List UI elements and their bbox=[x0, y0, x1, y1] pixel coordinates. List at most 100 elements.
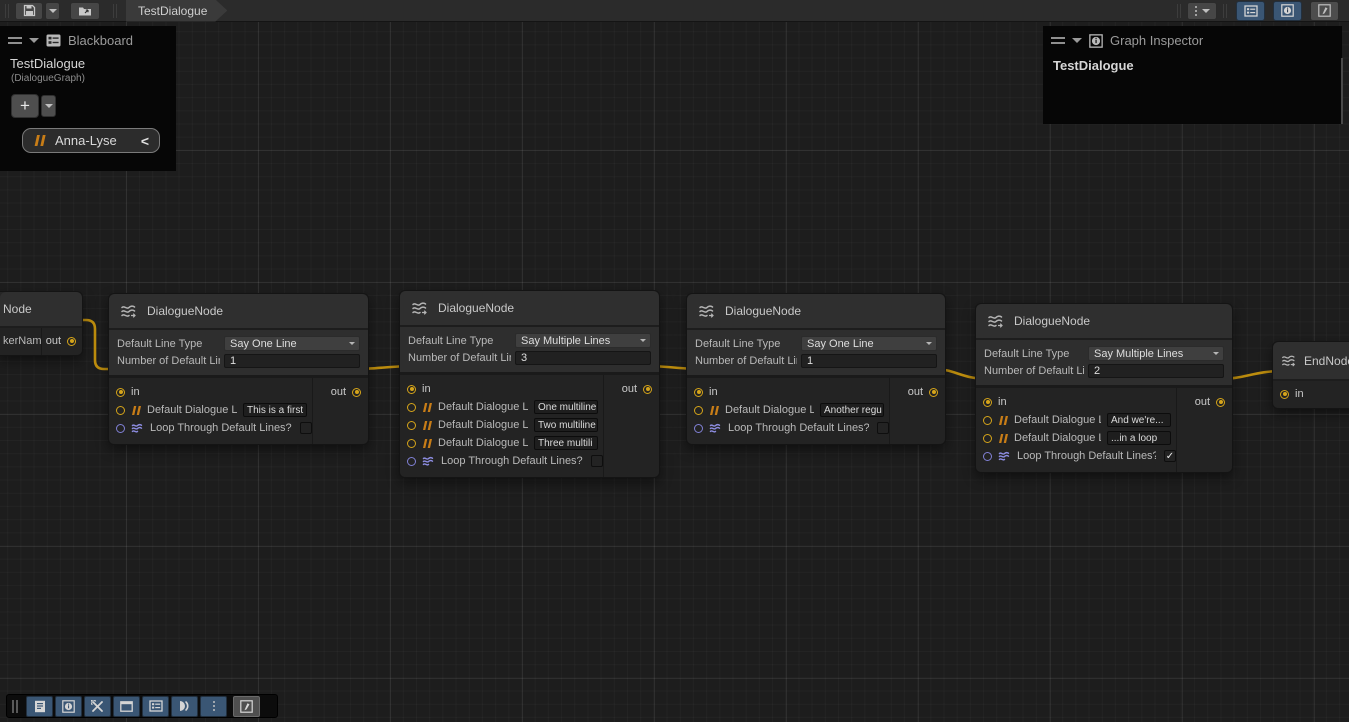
blackboard-toggle-button[interactable] bbox=[1236, 1, 1265, 21]
blackboard-field-anna-lyse[interactable]: Anna-Lyse < bbox=[22, 128, 160, 153]
node-title-bar[interactable]: DialogueNode bbox=[109, 294, 368, 330]
line-text-field[interactable]: ...in a loop bbox=[1107, 431, 1171, 445]
toolbar-drag-handle[interactable] bbox=[5, 4, 9, 18]
quote-icon bbox=[33, 135, 46, 146]
dialogue-node-3[interactable]: DialogueNode Default Line Type Say One L… bbox=[686, 293, 946, 445]
tools-button[interactable] bbox=[84, 696, 111, 717]
node-title: DialogueNode bbox=[147, 304, 223, 318]
node-title-bar[interactable]: DialogueNode bbox=[687, 294, 945, 330]
num-lines-field[interactable]: 1 bbox=[801, 354, 937, 368]
field-label: Number of Default Lines bbox=[695, 355, 797, 367]
output-port[interactable] bbox=[643, 385, 652, 394]
more-button[interactable] bbox=[200, 696, 227, 717]
output-port[interactable] bbox=[352, 388, 361, 397]
line-port[interactable] bbox=[407, 403, 416, 412]
panel-drag-handle[interactable] bbox=[1051, 37, 1065, 44]
node-title-bar[interactable]: DialogueNode bbox=[400, 291, 659, 327]
info-button[interactable] bbox=[55, 696, 82, 717]
num-lines-field[interactable]: 2 bbox=[1088, 364, 1224, 378]
toolbar-drag-handle[interactable] bbox=[12, 700, 18, 713]
dialogue-node-1[interactable]: DialogueNode Default Line Type Say One L… bbox=[108, 293, 369, 445]
line-port[interactable] bbox=[694, 406, 703, 415]
loop-port[interactable] bbox=[983, 452, 992, 461]
input-port[interactable] bbox=[1280, 390, 1289, 399]
line-text-field[interactable]: Another regu bbox=[820, 403, 884, 417]
field-value: Two multiline bbox=[538, 420, 596, 431]
top-toolbar: TestDialogue bbox=[0, 0, 1349, 22]
num-lines-field[interactable]: 3 bbox=[515, 351, 651, 365]
inspector-toggle-button[interactable] bbox=[1273, 1, 1302, 21]
line-text-field[interactable]: And we're... bbox=[1107, 413, 1171, 427]
loop-checkbox[interactable]: ✓ bbox=[1164, 450, 1176, 462]
add-property-button[interactable]: + bbox=[11, 94, 39, 118]
collapse-arrow-icon[interactable] bbox=[1072, 38, 1082, 48]
input-port[interactable] bbox=[116, 388, 125, 397]
preview-button[interactable] bbox=[171, 696, 198, 717]
loop-checkbox[interactable] bbox=[591, 455, 603, 467]
collapse-arrow-icon[interactable] bbox=[29, 38, 39, 48]
line-text-field[interactable]: One multiline bbox=[534, 400, 598, 414]
node-title: DialogueNode bbox=[438, 301, 514, 315]
graph-tab[interactable]: TestDialogue bbox=[126, 0, 227, 22]
node-title-bar[interactable]: EndNode bbox=[1273, 342, 1349, 381]
node-title-bar[interactable]: DialogueNode bbox=[976, 304, 1232, 340]
window-button[interactable] bbox=[113, 696, 140, 717]
line-type-dropdown[interactable]: Say One Line bbox=[224, 336, 360, 351]
field-value: One multiline bbox=[538, 402, 596, 413]
out-label: out bbox=[46, 335, 61, 347]
preview-icon bbox=[178, 700, 191, 712]
window-icon bbox=[120, 701, 133, 712]
num-lines-field[interactable]: 1 bbox=[224, 354, 360, 368]
console-button[interactable] bbox=[26, 696, 53, 717]
open-button[interactable] bbox=[70, 2, 100, 20]
field-label: Default Line Type bbox=[117, 338, 220, 350]
minimap-button[interactable] bbox=[233, 696, 260, 717]
end-node[interactable]: EndNode in bbox=[1272, 341, 1349, 409]
input-port[interactable] bbox=[407, 385, 416, 394]
panel-drag-handle[interactable] bbox=[8, 37, 22, 44]
line-port[interactable] bbox=[407, 421, 416, 430]
input-port[interactable] bbox=[983, 398, 992, 407]
line-port[interactable] bbox=[116, 406, 125, 415]
loop-checkbox[interactable] bbox=[877, 422, 889, 434]
graph-canvas[interactable]: Node kerName out bbox=[0, 22, 1349, 722]
add-property-dropdown[interactable] bbox=[41, 95, 56, 117]
line-type-dropdown[interactable]: Say Multiple Lines bbox=[1088, 346, 1224, 361]
line-text-field[interactable]: Two multiline bbox=[534, 418, 598, 432]
partial-node[interactable]: Node kerName out bbox=[0, 291, 83, 356]
input-port[interactable] bbox=[694, 388, 703, 397]
loop-checkbox[interactable] bbox=[300, 422, 312, 434]
quote-icon bbox=[422, 421, 432, 430]
dialogue-node-4[interactable]: DialogueNode Default Line Type Say Multi… bbox=[975, 303, 1233, 473]
output-port[interactable] bbox=[929, 388, 938, 397]
field-value: Three multili bbox=[538, 438, 592, 449]
loop-icon bbox=[131, 423, 144, 434]
port-label: Loop Through Default Lines? bbox=[1017, 450, 1156, 462]
node-properties: Default Line Type Say One Line Number of… bbox=[109, 330, 368, 378]
blackboard-button[interactable] bbox=[142, 696, 169, 717]
output-port[interactable] bbox=[67, 337, 76, 346]
line-text-field[interactable]: Three multili bbox=[534, 436, 598, 450]
loop-port[interactable] bbox=[407, 457, 416, 466]
panel-resizer[interactable] bbox=[1341, 58, 1343, 124]
node-title-bar[interactable]: Node bbox=[0, 292, 82, 328]
dialogue-node-2[interactable]: DialogueNode Default Line Type Say Multi… bbox=[399, 290, 660, 478]
output-port[interactable] bbox=[1216, 398, 1225, 407]
minimap-toggle-button[interactable] bbox=[1310, 1, 1339, 21]
line-port[interactable] bbox=[983, 434, 992, 443]
save-button[interactable] bbox=[15, 2, 43, 20]
loop-port[interactable] bbox=[116, 424, 125, 433]
toolbar-menu-button[interactable] bbox=[1187, 2, 1217, 20]
line-text-field[interactable]: This is a first bbox=[243, 403, 307, 417]
blackboard-icon bbox=[149, 700, 163, 712]
line-port[interactable] bbox=[407, 439, 416, 448]
toolbar-separator bbox=[1223, 4, 1227, 18]
collapse-left-icon[interactable]: < bbox=[141, 133, 149, 149]
blackboard-icon bbox=[1244, 5, 1258, 17]
line-port[interactable] bbox=[983, 416, 992, 425]
line-type-dropdown[interactable]: Say Multiple Lines bbox=[515, 333, 651, 348]
loop-port[interactable] bbox=[694, 424, 703, 433]
toolbar-separator bbox=[1177, 4, 1181, 18]
line-type-dropdown[interactable]: Say One Line bbox=[801, 336, 937, 351]
save-dropdown-button[interactable] bbox=[45, 2, 60, 20]
